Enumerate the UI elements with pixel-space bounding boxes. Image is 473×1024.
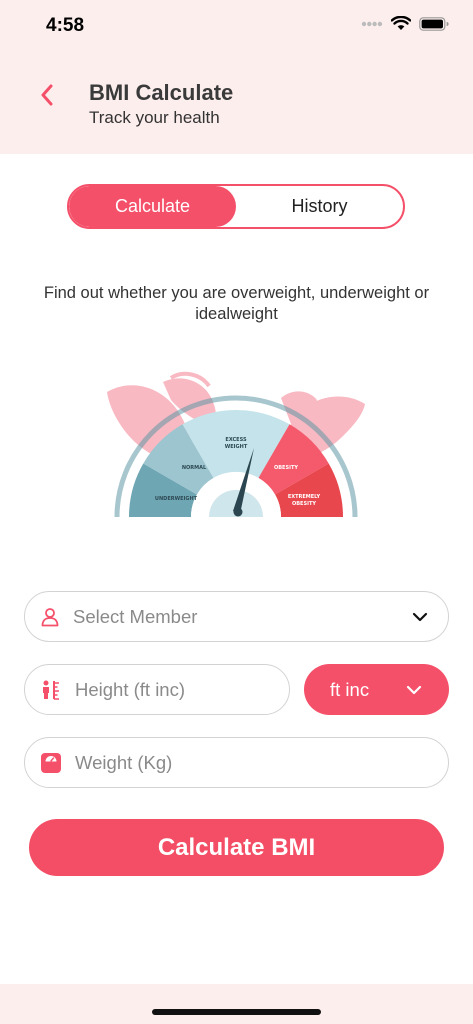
select-member-dropdown[interactable]: Select Member	[24, 591, 449, 642]
bmi-gauge-illustration: UNDERWEIGHT NORMAL EXCESS WEIGHT OBESITY…	[107, 371, 365, 518]
weight-input[interactable]: Weight (Kg)	[24, 737, 449, 788]
status-icons	[361, 16, 449, 31]
home-indicator	[152, 1009, 321, 1015]
scale-icon	[41, 752, 61, 773]
back-button[interactable]	[34, 78, 60, 112]
tab-calculate[interactable]: Calculate	[69, 186, 236, 227]
chevron-left-icon	[41, 84, 53, 106]
height-unit-dropdown[interactable]: ft inc	[304, 664, 449, 715]
label-normal: NORMAL	[182, 465, 207, 471]
label-obesity: OBESITY	[274, 465, 298, 471]
page-title: BMI Calculate	[89, 80, 234, 105]
calculate-bmi-button[interactable]: Calculate BMI	[29, 819, 444, 876]
label-underweight: UNDERWEIGHT	[155, 496, 198, 502]
page-subtitle: Track your health	[89, 108, 220, 127]
select-member-placeholder: Select Member	[73, 605, 198, 627]
label-extreme-1: EXTREMELY	[288, 494, 321, 500]
label-excess-1: EXCESS	[225, 437, 247, 443]
label-excess-2: WEIGHT	[225, 444, 248, 450]
description-text: Find out whether you are overweight, und…	[43, 284, 430, 323]
chevron-down-icon	[406, 685, 422, 695]
weight-placeholder: Weight (Kg)	[75, 751, 173, 773]
status-bar: 4:58	[0, 0, 473, 50]
status-time: 4:58	[46, 15, 85, 36]
wifi-icon	[391, 16, 411, 30]
bottom-bar-area	[0, 984, 473, 1024]
chevron-down-icon	[412, 612, 428, 622]
height-icon	[41, 680, 61, 700]
signal-icon	[361, 21, 383, 26]
header: BMI Calculate Track your health	[0, 50, 473, 154]
tab-history[interactable]: History	[236, 186, 403, 227]
segmented-control: Calculate History	[67, 184, 405, 229]
gauge-needle-pivot	[233, 507, 243, 517]
height-placeholder: Height (ft inc)	[75, 678, 186, 700]
person-icon	[41, 607, 59, 626]
height-input[interactable]: Height (ft inc)	[24, 664, 290, 715]
battery-icon	[419, 16, 449, 31]
height-unit-value: ft inc	[330, 678, 370, 700]
label-extreme-2: OBESITY	[292, 501, 316, 507]
